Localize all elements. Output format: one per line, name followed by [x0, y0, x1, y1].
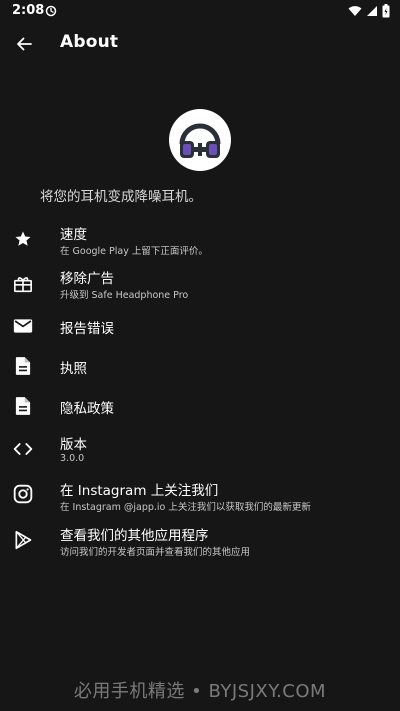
item-title: 在 Instagram 上关注我们 [60, 483, 219, 499]
app-logo [169, 109, 231, 171]
privacy-policy-item[interactable]: 隐私政策 [0, 384, 400, 428]
item-title: 版本 [60, 437, 87, 453]
item-title: 速度 [60, 227, 87, 243]
star-icon [12, 228, 34, 250]
gift-icon [12, 273, 34, 295]
app-bar: About [0, 24, 400, 64]
item-title: 执照 [60, 361, 87, 377]
item-title: 隐私政策 [60, 401, 114, 417]
other-apps-item[interactable]: 查看我们的其他应用程序 访问我们的开发者页面并查看我们的其他应用 [0, 523, 400, 567]
page-title: About [60, 32, 119, 52]
item-title: 移除广告 [60, 271, 114, 287]
document-icon [12, 355, 34, 377]
item-subtitle: 3.0.0 [60, 453, 85, 464]
item-title: 查看我们的其他应用程序 [60, 528, 209, 544]
arrow-back-icon [17, 37, 32, 51]
item-subtitle: 升级到 Safe Headphone Pro [60, 290, 189, 301]
instagram-icon [12, 483, 34, 505]
headphone-logo-icon [179, 123, 221, 158]
version-item[interactable]: 版本 3.0.0 [0, 432, 400, 476]
report-bug-item[interactable]: 报告错误 [0, 304, 400, 348]
status-time: 2:08 [12, 3, 45, 18]
status-bar: 2:08 [0, 0, 400, 24]
watermark: 必用手机精选 • BYJSJXY.COM [73, 681, 327, 702]
instagram-item[interactable]: 在 Instagram 上关注我们 在 Instagram @japp.io 上… [0, 478, 400, 522]
item-subtitle: 在 Google Play 上留下正面评价。 [60, 246, 208, 257]
item-title: 报告错误 [60, 321, 114, 337]
battery-icon [382, 4, 390, 18]
app-tagline: 将您的耳机变成降噪耳机。 [40, 189, 202, 205]
license-item[interactable]: 执照 [0, 344, 400, 388]
item-subtitle: 在 Instagram @japp.io 上关注我们以获取我们的最新更新 [60, 502, 311, 513]
wifi-icon [348, 6, 362, 16]
signal-icon [367, 6, 377, 16]
back-button[interactable] [10, 30, 38, 58]
rate-app-item[interactable]: 速度 在 Google Play 上留下正面评价。 [0, 222, 400, 266]
code-icon [12, 438, 34, 460]
notification-icon [45, 5, 57, 17]
play-store-icon [12, 529, 34, 551]
item-subtitle: 访问我们的开发者页面并查看我们的其他应用 [60, 547, 251, 558]
document-icon [12, 395, 34, 417]
status-indicators [348, 4, 390, 18]
mail-icon [12, 315, 34, 337]
